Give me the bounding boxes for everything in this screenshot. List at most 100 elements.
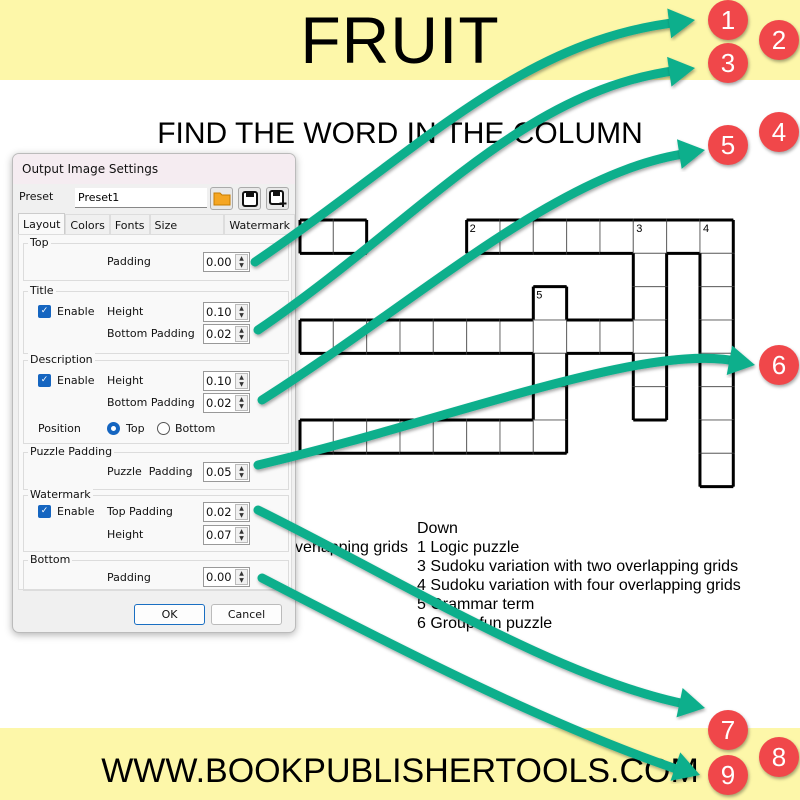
- top-group-label: Top: [28, 236, 51, 249]
- grid-cell: [532, 319, 568, 354]
- grid-cell: [599, 219, 634, 254]
- grid-cell: [332, 419, 368, 454]
- description-group-label: Description: [28, 353, 95, 366]
- grid-cell: [632, 319, 668, 354]
- grid-cell: [499, 319, 534, 354]
- number-badge: 8: [759, 737, 799, 777]
- title-group: Title ✓ Enable Height 0.10 ▲ ▼ Bottom Padd…: [23, 284, 289, 354]
- cancel-button[interactable]: Cancel: [211, 604, 282, 625]
- grid-cell: [566, 319, 601, 354]
- grid-cell: [366, 319, 401, 354]
- ok-button[interactable]: OK: [134, 604, 205, 625]
- title-bottom-padding-spinner[interactable]: 0.02 ▲ ▼: [203, 324, 250, 344]
- title-enable-checkbox[interactable]: ✓: [38, 305, 51, 318]
- tab-layout[interactable]: Layout: [18, 213, 66, 236]
- grid-cell: [632, 252, 668, 288]
- grid-cell: [332, 319, 368, 354]
- position-top-radio[interactable]: [107, 422, 120, 435]
- number-badge: 1: [708, 0, 748, 40]
- grid-cell: [466, 419, 501, 454]
- number-badge: 6: [759, 345, 799, 385]
- watermark-enable-checkbox[interactable]: ✓: [38, 505, 51, 518]
- grid-cell: [532, 419, 568, 454]
- puzzle-padding-spinner[interactable]: 0.05 ▲ ▼: [203, 462, 250, 482]
- down-clues: Down 1 Logic puzzle 3 Sudoku variation w…: [417, 519, 741, 633]
- description-height-spinner[interactable]: 0.10 ▲ ▼: [203, 371, 250, 391]
- position-bottom-radio[interactable]: [157, 422, 170, 435]
- settings-tabs: Layout Colors Fonts Size Options Waterma…: [18, 213, 295, 245]
- grid-cell: [399, 419, 434, 454]
- puzzle-padding-label: Puzzle Padding: [107, 465, 193, 478]
- grid-cell: [632, 286, 668, 321]
- preset-label: Preset: [19, 190, 54, 203]
- grid-cell: [566, 219, 601, 254]
- down-heading: Down: [417, 520, 458, 537]
- watermark-enable-label: Enable: [57, 505, 95, 518]
- save-preset-button[interactable]: [238, 187, 261, 210]
- save-icon: [241, 190, 258, 207]
- number-badge: 3: [708, 43, 748, 83]
- description-height-label: Height: [107, 374, 144, 387]
- grid-cell: [399, 319, 434, 354]
- down-clue: 6 Group fun puzzle: [417, 615, 553, 632]
- description-group: Description ✓ Enable Height 0.10 ▲ ▼ Botto…: [23, 353, 289, 444]
- grid-cell: [699, 452, 734, 488]
- save-as-preset-button[interactable]: [266, 187, 289, 210]
- grid-cell: [332, 219, 368, 254]
- down-clue: 1 Logic puzzle: [417, 539, 520, 556]
- grid-cell: [632, 386, 668, 421]
- save-as-icon: [268, 189, 286, 207]
- bottom-group-label: Bottom: [28, 553, 73, 566]
- preset-input[interactable]: [75, 188, 207, 208]
- bottom-group: Bottom Padding 0.00 ▲ ▼: [23, 553, 289, 591]
- description-enable-checkbox[interactable]: ✓: [38, 374, 51, 387]
- down-clue: 4 Sudoku variation with four overlapping…: [417, 577, 741, 594]
- grid-cell: [366, 419, 401, 454]
- grid-cell: [499, 219, 534, 254]
- grid-cell: [666, 219, 701, 254]
- number-badge: 5: [708, 125, 748, 165]
- position-bottom-label: Bottom: [175, 422, 216, 435]
- title-group-label: Title: [28, 284, 56, 297]
- description-enable-label: Enable: [57, 374, 95, 387]
- grid-cell: [699, 419, 734, 454]
- clue-number: 3: [636, 223, 642, 235]
- title-bottom-padding-label: Bottom Padding: [107, 327, 195, 340]
- grid-cell: [532, 352, 568, 388]
- title-enable-label: Enable: [57, 305, 95, 318]
- title-height-label: Height: [107, 305, 144, 318]
- tab-fonts[interactable]: Fonts: [109, 214, 150, 235]
- grid-cell: [699, 319, 734, 354]
- tab-colors[interactable]: Colors: [65, 214, 110, 235]
- grid-cell: [299, 419, 334, 454]
- open-preset-button[interactable]: [210, 187, 233, 210]
- grid-cell: [532, 386, 568, 421]
- watermark-top-padding-label: Top Padding: [107, 505, 173, 518]
- puzzle-padding-group: Puzzle Padding Puzzle Padding 0.05 ▲ ▼: [23, 445, 289, 490]
- grid-cell: [466, 319, 501, 354]
- down-clue: 3 Sudoku variation with two overlapping …: [417, 558, 739, 575]
- watermark-group-label: Watermark: [28, 488, 93, 501]
- grid-cell: [699, 386, 734, 421]
- top-padding-spinner[interactable]: 0.00 ▲ ▼: [203, 252, 250, 272]
- watermark-top-padding-spinner[interactable]: 0.02 ▲ ▼: [203, 502, 250, 522]
- bottom-padding-spinner[interactable]: 0.00 ▲ ▼: [203, 567, 250, 587]
- tab-watermark[interactable]: Watermark: [224, 214, 295, 235]
- grid-cell: [699, 352, 734, 388]
- watermark-height-spinner[interactable]: 0.07 ▲ ▼: [203, 525, 250, 545]
- layout-panel: Top Padding 0.00 ▲ ▼ Title ✓ Enable Height…: [18, 234, 292, 591]
- position-label: Position: [38, 422, 81, 435]
- folder-open-icon: [213, 192, 230, 206]
- grid-cell: [299, 319, 334, 354]
- grid-cell: [432, 419, 468, 454]
- top-group: Top Padding 0.00 ▲ ▼: [23, 236, 289, 281]
- clue-number: 4: [703, 223, 709, 235]
- description-bottom-padding-spinner[interactable]: 0.02 ▲ ▼: [203, 393, 250, 413]
- down-clue: 5 Grammar term: [417, 596, 535, 613]
- output-image-settings-dialog: Output Image Settings Preset Layout Colo…: [12, 153, 296, 633]
- title-height-spinner[interactable]: 0.10 ▲ ▼: [203, 302, 250, 322]
- grid-cell: [699, 286, 734, 321]
- puzzle-padding-group-label: Puzzle Padding: [28, 445, 115, 458]
- clue-number: 5: [536, 290, 542, 302]
- tab-size-options[interactable]: Size Options: [149, 214, 225, 245]
